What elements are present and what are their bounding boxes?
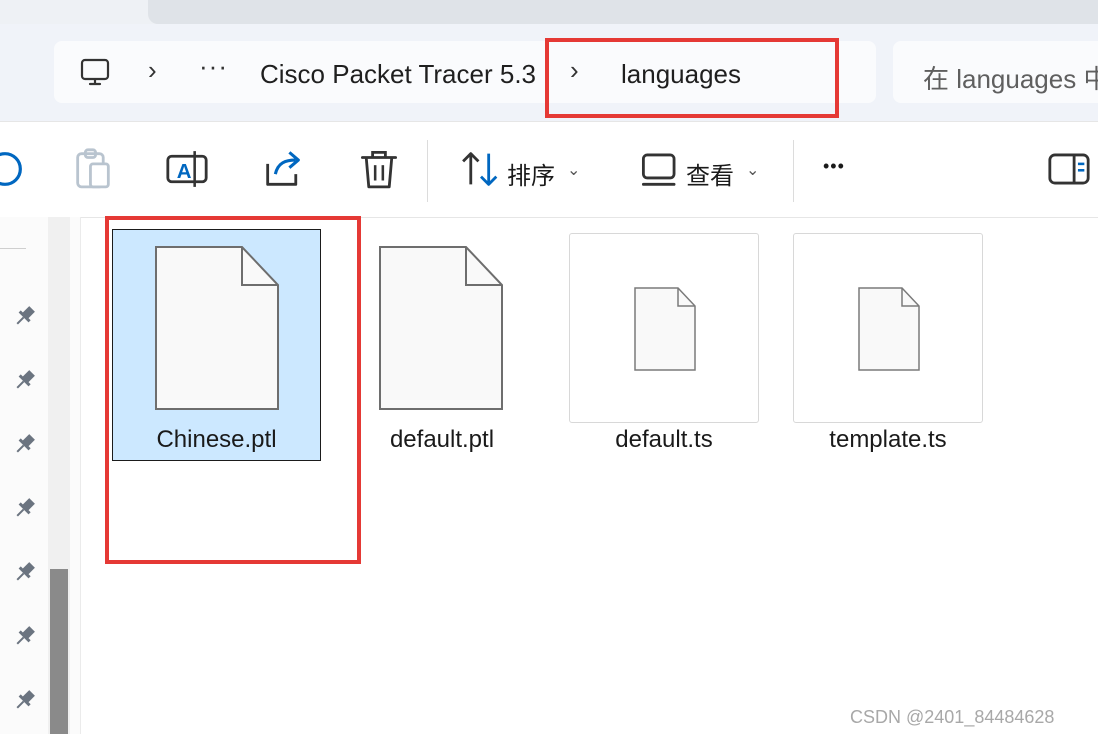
new-icon[interactable]: [0, 146, 28, 192]
toolbar-separator: [793, 140, 794, 202]
nav-divider: [0, 248, 26, 249]
sort-label: 排序: [507, 163, 555, 190]
document-icon: [379, 246, 503, 410]
view-icon: [641, 153, 676, 186]
pin-icon[interactable]: [12, 431, 38, 457]
rename-icon[interactable]: A: [164, 146, 210, 192]
pin-icon[interactable]: [12, 623, 38, 649]
toolbar-separator: [427, 140, 428, 202]
paste-icon[interactable]: [70, 146, 116, 192]
watermark: CSDN @2401_84484628: [850, 707, 1055, 727]
svg-text:A: A: [177, 160, 192, 183]
sort-icon: [462, 152, 498, 186]
details-pane-icon[interactable]: [1046, 146, 1092, 192]
pin-icon[interactable]: [12, 495, 38, 521]
chevron-down-icon: ⌄: [567, 162, 581, 179]
pin-icon[interactable]: [12, 303, 38, 329]
active-tab[interactable]: [148, 0, 1098, 24]
file-name: template.ts: [829, 426, 947, 453]
nav-scrollbar-thumb[interactable]: [50, 569, 68, 734]
delete-icon[interactable]: [356, 146, 402, 192]
search-placeholder: 在 languages 中: [923, 64, 1098, 94]
document-icon: [634, 287, 696, 371]
navigation-pane: [0, 217, 81, 734]
pin-icon[interactable]: [12, 687, 38, 713]
search-box[interactable]: 在 languages 中: [893, 41, 1098, 103]
annotation-highlight-file: [105, 216, 361, 564]
breadcrumb-segment-cisco[interactable]: Cisco Packet Tracer 5.3: [260, 59, 536, 90]
annotation-highlight-breadcrumb: [545, 38, 839, 118]
file-name: default.ptl: [389, 426, 495, 453]
this-pc-icon[interactable]: [80, 57, 110, 87]
share-icon[interactable]: [260, 146, 306, 192]
more-options-button[interactable]: •••: [823, 156, 845, 177]
command-bar: A 排序 ⌄ 查看 ⌄ •••: [0, 121, 1098, 218]
tab-strip: [0, 0, 1098, 24]
file-name: default.ts: [615, 426, 713, 453]
pin-icon[interactable]: [12, 367, 38, 393]
pin-icon[interactable]: [12, 559, 38, 585]
breadcrumb-overflow-button[interactable]: ···: [199, 51, 228, 82]
chevron-right-icon[interactable]: ›: [148, 55, 157, 86]
document-icon: [858, 287, 920, 371]
view-label: 查看: [686, 163, 734, 190]
chevron-down-icon: ⌄: [746, 162, 760, 179]
